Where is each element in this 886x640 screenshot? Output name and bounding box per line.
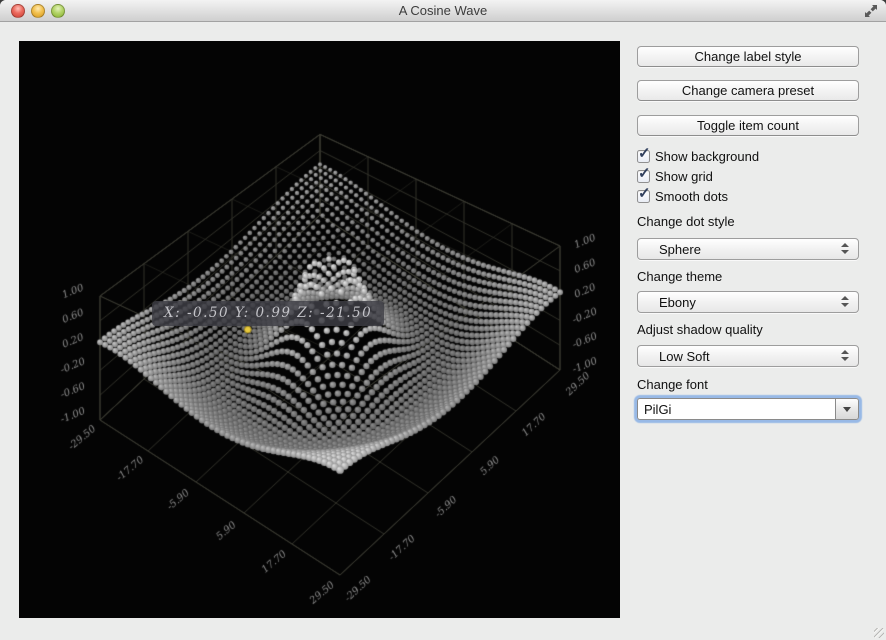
scatter-canvas[interactable] xyxy=(19,41,620,618)
check-icon: ✓ xyxy=(638,146,651,161)
popup-arrows-icon xyxy=(841,243,849,254)
change-camera-preset-button[interactable]: Change camera preset xyxy=(637,80,859,101)
scatter-3d-view: X: -0.50 Y: 0.99 Z: -21.50 xyxy=(19,41,620,618)
window-title: A Cosine Wave xyxy=(0,3,886,18)
smooth-dots-checkbox[interactable]: ✓ Smooth dots xyxy=(637,186,859,206)
title-bar[interactable]: A Cosine Wave xyxy=(0,0,886,22)
show-grid-checkbox[interactable]: ✓ Show grid xyxy=(637,166,859,186)
popup-arrows-icon xyxy=(841,296,849,307)
dot-style-label: Change dot style xyxy=(637,214,859,230)
checkbox-group: ✓ Show background ✓ Show grid ✓ Smooth d… xyxy=(637,146,859,206)
resize-grip[interactable] xyxy=(874,628,884,638)
font-combo-input[interactable] xyxy=(637,398,835,420)
checkbox-label: Show grid xyxy=(655,169,713,184)
check-icon: ✓ xyxy=(638,186,651,201)
font-combo-dropdown-button[interactable] xyxy=(835,398,859,420)
theme-select[interactable]: Ebony xyxy=(637,291,859,313)
fullscreen-icon[interactable] xyxy=(864,4,878,18)
checkbox-label: Show background xyxy=(655,149,759,164)
font-label: Change font xyxy=(637,377,859,393)
check-icon: ✓ xyxy=(638,166,651,181)
show-background-checkbox[interactable]: ✓ Show background xyxy=(637,146,859,166)
checkbox-box[interactable]: ✓ xyxy=(637,170,650,183)
theme-value: Ebony xyxy=(659,295,696,310)
control-panel: Change label style Change camera preset … xyxy=(637,46,859,420)
checkbox-box[interactable]: ✓ xyxy=(637,150,650,163)
chevron-down-icon xyxy=(843,407,851,412)
checkbox-label: Smooth dots xyxy=(655,189,728,204)
change-label-style-button[interactable]: Change label style xyxy=(637,46,859,67)
app-window: A Cosine Wave X: -0.50 Y: 0.99 Z: -21.50… xyxy=(0,0,886,640)
theme-label: Change theme xyxy=(637,269,859,285)
popup-arrows-icon xyxy=(841,350,849,361)
toggle-item-count-button[interactable]: Toggle item count xyxy=(637,115,859,136)
dot-style-value: Sphere xyxy=(659,242,701,257)
selection-tooltip: X: -0.50 Y: 0.99 Z: -21.50 xyxy=(152,301,384,326)
checkbox-box[interactable]: ✓ xyxy=(637,190,650,203)
shadow-quality-select[interactable]: Low Soft xyxy=(637,345,859,367)
font-combobox xyxy=(637,398,859,420)
shadow-quality-value: Low Soft xyxy=(659,349,710,364)
dot-style-select[interactable]: Sphere xyxy=(637,238,859,260)
shadow-quality-label: Adjust shadow quality xyxy=(637,322,859,338)
